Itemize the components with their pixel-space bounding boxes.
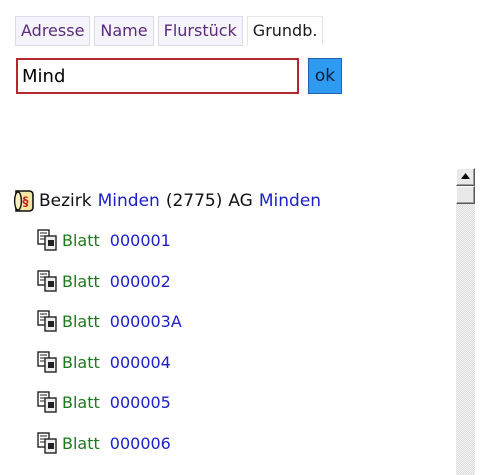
- sheet-number-link[interactable]: 000005: [110, 393, 171, 412]
- register-sheet-icon: [37, 270, 57, 292]
- sheet-row[interactable]: Blatt 000001: [37, 225, 171, 255]
- sheet-row[interactable]: Blatt 000002: [37, 266, 171, 296]
- sheet-row[interactable]: Blatt 000006: [37, 428, 171, 458]
- tab-flurstueck[interactable]: Flurstück: [157, 16, 243, 46]
- sheet-label: Blatt: [62, 352, 100, 372]
- sheet-label: Blatt: [62, 433, 100, 453]
- register-sheet-icon: [37, 432, 57, 454]
- svg-text:§: §: [23, 195, 29, 209]
- search-tabs: Adresse Name Flurstück Grundb.: [15, 16, 324, 46]
- sheet-number-link[interactable]: 000002: [110, 272, 171, 291]
- sheet-number-link[interactable]: 000006: [110, 434, 171, 453]
- sheet-number-link[interactable]: 000003A: [110, 312, 182, 331]
- sheet-label: Blatt: [62, 392, 100, 412]
- district-name-link[interactable]: Minden: [98, 191, 160, 211]
- results-scrollbar[interactable]: [456, 168, 475, 475]
- sheet-number-link[interactable]: 000001: [110, 231, 171, 250]
- scroll-thumb[interactable]: [456, 186, 475, 204]
- register-sheet-icon: [37, 229, 57, 251]
- register-sheet-icon: [37, 391, 57, 413]
- register-sheet-icon: [37, 310, 57, 332]
- register-sheet-icon: [37, 351, 57, 373]
- tab-adresse[interactable]: Adresse: [15, 16, 91, 46]
- land-register-search-panel: Adresse Name Flurstück Grundb. ok § Bezi…: [0, 0, 499, 475]
- search-input[interactable]: [16, 58, 299, 94]
- sheet-row[interactable]: Blatt 000003A: [37, 306, 182, 336]
- scroll-up-arrow-icon[interactable]: [456, 168, 475, 186]
- sheet-number-link[interactable]: 000004: [110, 353, 171, 372]
- court-name-link[interactable]: Minden: [259, 191, 321, 211]
- sheet-label: Blatt: [62, 311, 100, 331]
- district-row[interactable]: § Bezirk Minden (2775) AG Minden: [13, 184, 321, 218]
- paragraph-seal-icon: §: [13, 189, 35, 213]
- ok-button[interactable]: ok: [308, 58, 342, 94]
- sheet-label: Blatt: [62, 271, 100, 291]
- district-prefix: Bezirk: [39, 191, 92, 211]
- tab-name[interactable]: Name: [94, 16, 154, 46]
- sheet-row[interactable]: Blatt 000004: [37, 347, 171, 377]
- sheet-label: Blatt: [62, 230, 100, 250]
- court-prefix: AG: [228, 191, 253, 211]
- sheet-row[interactable]: Blatt 000005: [37, 387, 171, 417]
- district-code: (2775): [165, 191, 223, 211]
- tab-grundbuch[interactable]: Grundb.: [246, 16, 324, 46]
